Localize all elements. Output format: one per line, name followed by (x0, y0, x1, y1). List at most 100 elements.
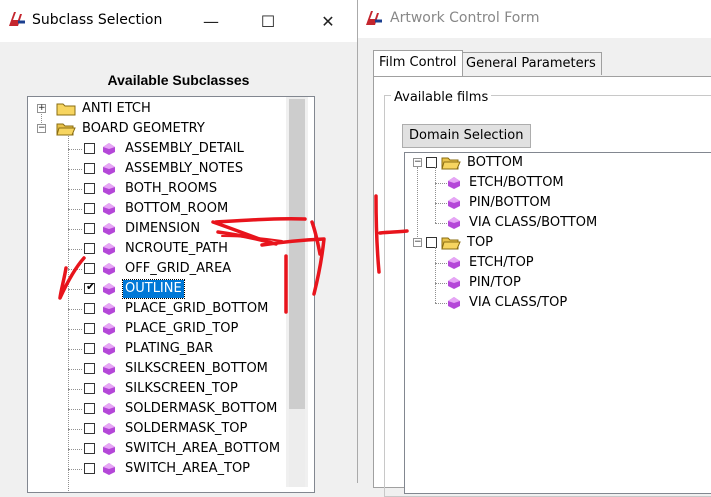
subclass-item-label: SOLDERMASK_TOP (125, 421, 248, 436)
artwork-control-form-window: Artwork Control Form Film Control Genera… (358, 0, 711, 497)
subclass-item[interactable]: BOTH_ROOMS (28, 179, 286, 199)
subclass-item-icon (103, 343, 115, 359)
artwork-title-bar[interactable]: Artwork Control Form (358, 0, 711, 38)
film-item[interactable]: ETCH/BOTTOM (405, 173, 705, 193)
collapse-icon[interactable]: − (413, 158, 422, 167)
subclass-item-label: OUTLINE (122, 279, 185, 299)
app-logo-icon (7, 10, 27, 32)
film-item-label: ETCH/TOP (469, 255, 534, 270)
tree-node-board-geometry[interactable]: − BOARD GEOMETRY (28, 119, 288, 139)
film-item-label: ETCH/BOTTOM (469, 175, 564, 190)
subclass-checkbox[interactable] (84, 383, 95, 394)
subclass-checkbox[interactable]: ✔ (84, 280, 96, 294)
film-item[interactable]: PIN/BOTTOM (405, 193, 705, 213)
film-item[interactable]: ETCH/TOP (405, 253, 705, 273)
film-item-icon (448, 277, 460, 293)
subclass-item-label: SOLDERMASK_BOTTOM (125, 401, 278, 416)
subclass-checkbox[interactable] (84, 183, 95, 194)
subclass-checkbox[interactable] (84, 343, 95, 354)
subclass-tree[interactable]: + ANTI ETCH − BOARD GEOMETRY ASSEMBLY_DE… (27, 96, 315, 493)
tab-general-parameters[interactable]: General Parameters (460, 52, 602, 75)
subclass-item-icon (103, 163, 115, 179)
subclass-item[interactable]: SWITCH_AREA_TOP (28, 459, 286, 479)
subclass-item[interactable]: PLACE_GRID_BOTTOM (28, 299, 286, 319)
subclass-checkbox[interactable] (84, 143, 95, 154)
subclass-title-bar[interactable]: Subclass Selection — ☐ ✕ (0, 0, 357, 42)
collapse-icon[interactable]: − (37, 124, 46, 133)
subclass-item-label: SWITCH_AREA_BOTTOM (125, 441, 281, 456)
subclass-checkbox[interactable] (84, 323, 95, 334)
film-item-icon (448, 197, 460, 213)
subclass-item[interactable]: PLACE_GRID_TOP (28, 319, 286, 339)
subclass-item[interactable]: SWITCH_AREA_BOTTOM (28, 439, 286, 459)
subclass-item-icon (103, 463, 115, 479)
subclass-item[interactable]: ✔ OUTLINE (28, 279, 286, 299)
minimize-button[interactable]: — (188, 8, 234, 36)
subclass-item[interactable]: BOTTOM_ROOM (28, 199, 286, 219)
subclass-item-icon (103, 363, 115, 379)
subclass-item-label: SILKSCREEN_TOP (125, 381, 238, 396)
subclass-item-icon (103, 303, 115, 319)
film-item-label: VIA CLASS/BOTTOM (469, 215, 598, 230)
film-item[interactable]: PIN/TOP (405, 273, 705, 293)
film-item-icon (448, 297, 460, 313)
vertical-scrollbar[interactable] (286, 97, 308, 487)
subclass-checkbox[interactable] (84, 203, 95, 214)
subclass-checkbox[interactable] (84, 403, 95, 414)
subclass-item-icon (103, 423, 115, 439)
subclass-item-icon (103, 323, 115, 339)
subclass-item-label: PLACE_GRID_BOTTOM (125, 301, 269, 316)
film-item-label: PIN/BOTTOM (469, 195, 551, 210)
expand-icon[interactable]: + (37, 104, 46, 113)
subclass-item[interactable]: ASSEMBLY_NOTES (28, 159, 286, 179)
film-item-label: PIN/TOP (469, 275, 521, 290)
subclass-checkbox[interactable] (84, 163, 95, 174)
subclass-checkbox[interactable] (84, 263, 95, 274)
scrollbar-thumb[interactable] (289, 99, 305, 409)
subclass-checkbox[interactable] (84, 243, 95, 254)
subclass-item[interactable]: OFF_GRID_AREA (28, 259, 286, 279)
subclass-checkbox[interactable] (84, 303, 95, 314)
film-item-icon (448, 177, 460, 193)
subclass-item[interactable]: SOLDERMASK_TOP (28, 419, 286, 439)
maximize-button[interactable]: ☐ (245, 8, 291, 36)
subclass-item[interactable]: SOLDERMASK_BOTTOM (28, 399, 286, 419)
subclass-item-icon (103, 383, 115, 399)
film-group-top[interactable]: − TOP (405, 233, 705, 253)
close-button[interactable]: ✕ (305, 8, 351, 36)
subclass-checkbox[interactable] (84, 423, 95, 434)
subclass-selection-window: Subclass Selection — ☐ ✕ Available Subcl… (0, 0, 358, 493)
subclass-item-label: DIMENSION (125, 221, 201, 236)
artwork-window-title: Artwork Control Form (390, 10, 540, 26)
subclass-item[interactable]: SILKSCREEN_TOP (28, 379, 286, 399)
film-item-icon (448, 217, 460, 233)
subclass-checkbox[interactable] (84, 463, 95, 474)
subclass-item-label: SWITCH_AREA_TOP (125, 461, 251, 476)
subclass-item-label: ASSEMBLY_DETAIL (125, 141, 244, 156)
films-tree[interactable]: − BOTTOM ETCH/BOTTOM PIN/BOTTOM VIA CLAS… (404, 152, 711, 494)
domain-selection-button[interactable]: Domain Selection (402, 124, 531, 148)
subclass-item[interactable]: SILKSCREEN_BOTTOM (28, 359, 286, 379)
tree-node-anti-etch[interactable]: + ANTI ETCH (28, 99, 288, 119)
subclass-item[interactable]: DIMENSION (28, 219, 286, 239)
open-folder-icon (56, 122, 76, 140)
subclass-item-icon (103, 263, 115, 279)
tab-film-control[interactable]: Film Control (373, 50, 463, 76)
subclass-item[interactable]: NCROUTE_PATH (28, 239, 286, 259)
subclass-item-label: PLATING_BAR (125, 341, 214, 356)
collapse-icon[interactable]: − (413, 238, 422, 247)
open-folder-icon (441, 236, 461, 254)
subclass-checkbox[interactable] (84, 363, 95, 374)
checkmark-icon: ✔ (86, 280, 96, 293)
film-group-bottom[interactable]: − BOTTOM (405, 153, 705, 173)
film-item[interactable]: VIA CLASS/TOP (405, 293, 705, 313)
subclass-item[interactable]: ASSEMBLY_DETAIL (28, 139, 286, 159)
subclass-item[interactable]: PLATING_BAR (28, 339, 286, 359)
subclass-checkbox[interactable] (84, 223, 95, 234)
subclass-checkbox[interactable] (84, 443, 95, 454)
film-item[interactable]: VIA CLASS/BOTTOM (405, 213, 705, 233)
subclass-item-icon (103, 183, 115, 199)
app-logo-icon (364, 9, 384, 31)
film-group-label: TOP (467, 235, 494, 250)
tree-node-label: ANTI ETCH (82, 101, 151, 116)
